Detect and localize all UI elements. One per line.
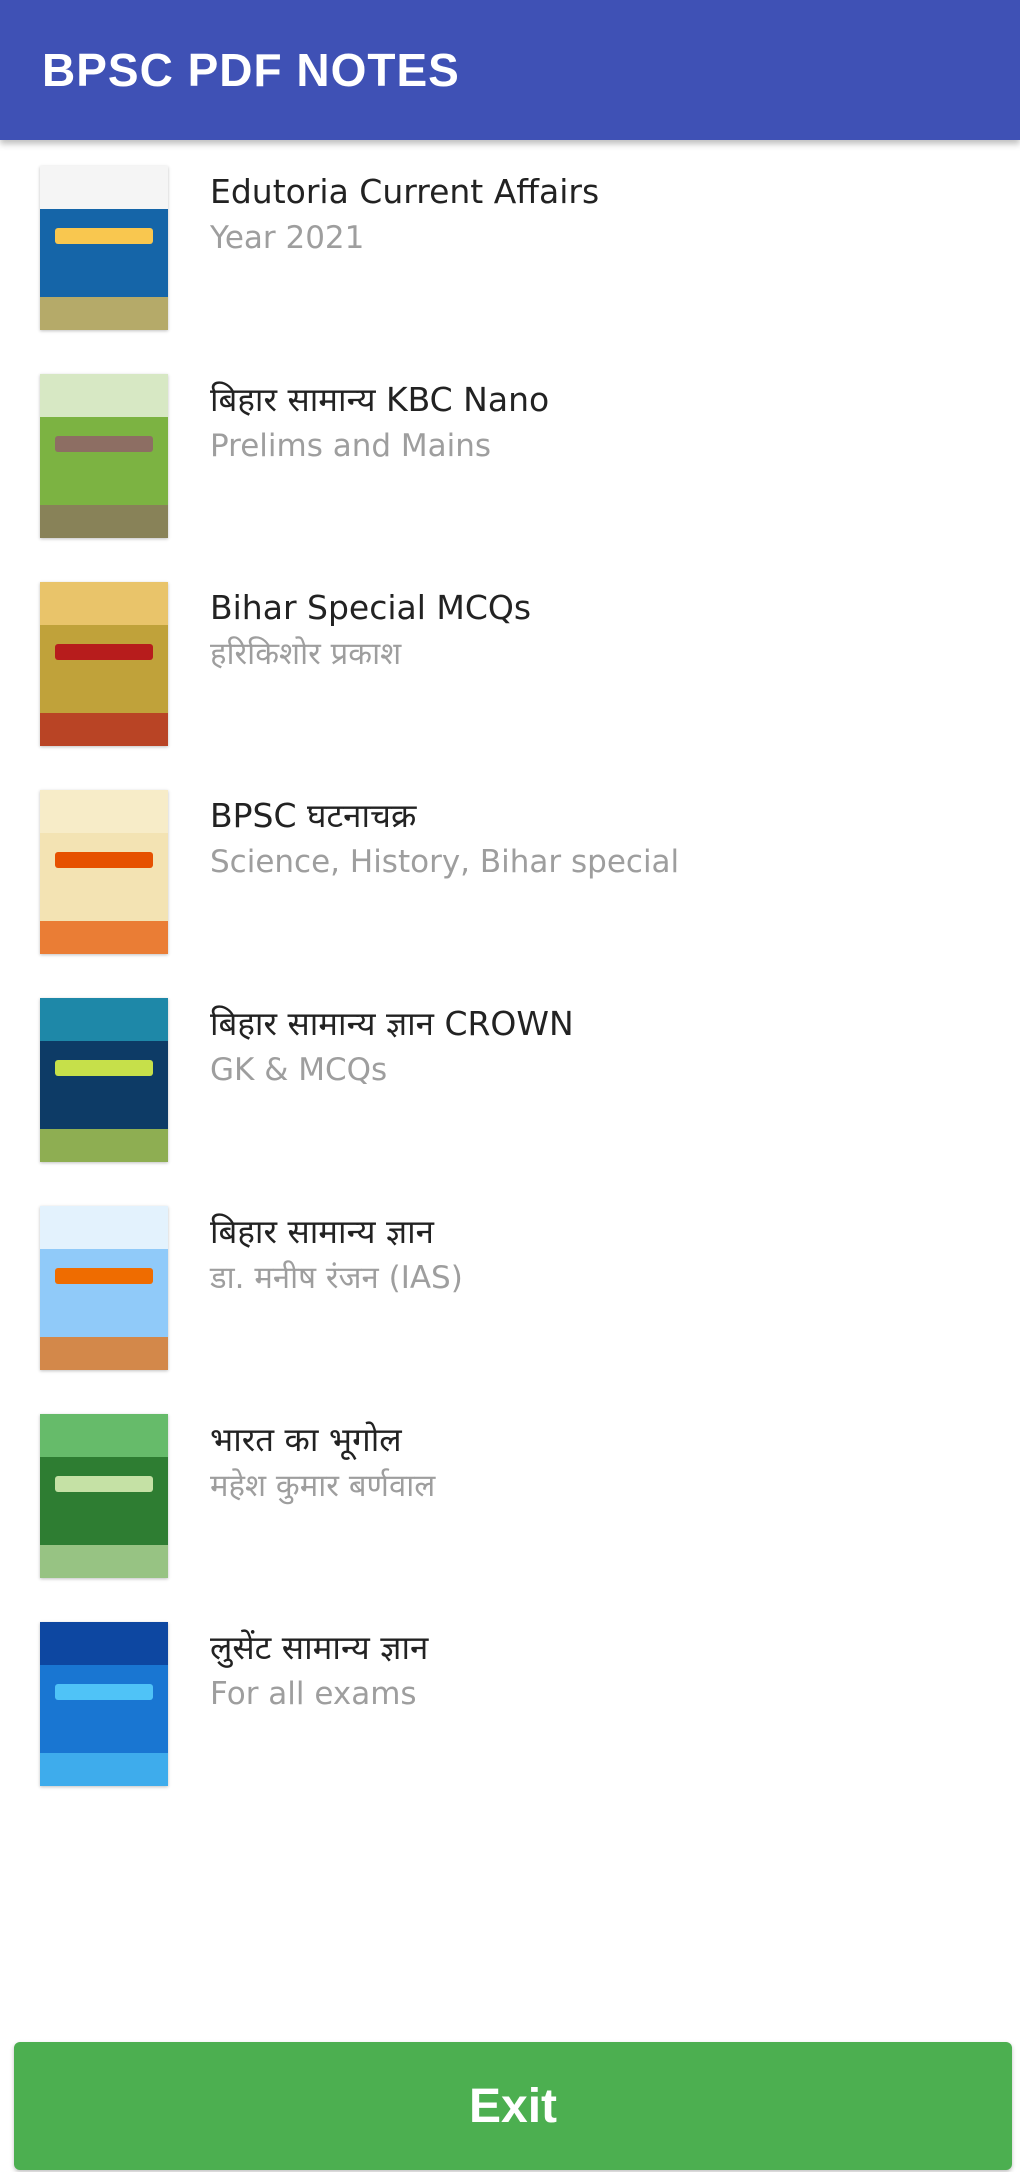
cover-title-block xyxy=(55,1476,153,1493)
book-title: बिहार सामान्य ज्ञान xyxy=(210,1212,434,1251)
book-subtitle: Year 2021 xyxy=(210,220,365,256)
cover-top-band xyxy=(40,1206,168,1249)
book-subtitle: महेश कुमार बर्णवाल xyxy=(210,1468,436,1504)
book-title: BPSC घटनाचक्र xyxy=(210,796,417,835)
cover-bottom-band xyxy=(40,1545,168,1578)
book-subtitle: For all exams xyxy=(210,1676,417,1712)
book-title: बिहार सामान्य ज्ञान CROWN xyxy=(210,1004,574,1043)
cover-bottom-band xyxy=(40,297,168,330)
book-title: लुसेंट सामान्य ज्ञान xyxy=(210,1628,429,1667)
book-text: Edutoria Current Affairs Year 2021 xyxy=(210,170,990,262)
app-title: BPSC PDF NOTES xyxy=(42,44,460,96)
book-item[interactable]: बिहार सामान्य KBC Nano Prelims and Mains xyxy=(0,348,1020,556)
cover-bottom-band xyxy=(40,713,168,746)
book-text: बिहार सामान्य ज्ञान डा. मनीष रंजन (IAS) xyxy=(210,1210,990,1302)
cover-title-block xyxy=(55,228,153,245)
book-cover-image xyxy=(40,998,168,1162)
cover-top-band xyxy=(40,1414,168,1457)
book-cover-image xyxy=(40,374,168,538)
cover-title-block xyxy=(55,1684,153,1701)
book-text: बिहार सामान्य KBC Nano Prelims and Mains xyxy=(210,378,990,470)
book-item[interactable]: बिहार सामान्य ज्ञान CROWN GK & MCQs xyxy=(0,972,1020,1180)
cover-title-block xyxy=(55,644,153,661)
book-item[interactable]: BPSC घटनाचक्र Science, History, Bihar sp… xyxy=(0,764,1020,972)
cover-bottom-band xyxy=(40,505,168,538)
book-item[interactable]: बिहार सामान्य ज्ञान डा. मनीष रंजन (IAS) xyxy=(0,1180,1020,1388)
cover-bottom-band xyxy=(40,1129,168,1162)
book-subtitle: Science, History, Bihar special xyxy=(210,844,680,880)
cover-top-band xyxy=(40,166,168,209)
book-title: Edutoria Current Affairs xyxy=(210,172,600,211)
cover-bottom-band xyxy=(40,1337,168,1370)
book-cover-image xyxy=(40,1414,168,1578)
book-cover-image xyxy=(40,790,168,954)
cover-title-block xyxy=(55,852,153,869)
cover-title-block xyxy=(55,1060,153,1077)
cover-top-band xyxy=(40,790,168,833)
book-text: लुसेंट सामान्य ज्ञान For all exams xyxy=(210,1626,990,1718)
cover-bottom-band xyxy=(40,1753,168,1786)
cover-title-block xyxy=(55,436,153,453)
cover-top-band xyxy=(40,1622,168,1665)
cover-top-band xyxy=(40,582,168,625)
book-title: बिहार सामान्य KBC Nano xyxy=(210,380,550,419)
book-cover-image xyxy=(40,1206,168,1370)
cover-bottom-band xyxy=(40,921,168,954)
exit-button[interactable]: Exit xyxy=(14,2042,1012,2170)
book-cover-image xyxy=(40,166,168,330)
cover-top-band xyxy=(40,998,168,1041)
book-text: Bihar Special MCQs हरिकिशोर प्रकाश xyxy=(210,586,990,678)
book-text: BPSC घटनाचक्र Science, History, Bihar sp… xyxy=(210,794,990,886)
app-screen: BPSC PDF NOTES Edutoria Current Affairs … xyxy=(0,0,1020,2172)
book-cover-image xyxy=(40,1622,168,1786)
book-subtitle: हरिकिशोर प्रकाश xyxy=(210,636,402,672)
app-bar: BPSC PDF NOTES xyxy=(0,0,1020,140)
cover-title-block xyxy=(55,1268,153,1285)
book-item[interactable]: लुसेंट सामान्य ज्ञान For all exams xyxy=(0,1596,1020,1804)
book-item[interactable]: Edutoria Current Affairs Year 2021 xyxy=(0,140,1020,348)
cover-top-band xyxy=(40,374,168,417)
book-item[interactable]: भारत का भूगोल महेश कुमार बर्णवाल xyxy=(0,1388,1020,1596)
book-cover-image xyxy=(40,582,168,746)
book-subtitle: डा. मनीष रंजन (IAS) xyxy=(210,1260,463,1296)
book-title: भारत का भूगोल xyxy=(210,1420,402,1459)
book-text: भारत का भूगोल महेश कुमार बर्णवाल xyxy=(210,1418,990,1510)
book-title: Bihar Special MCQs xyxy=(210,588,532,627)
book-item[interactable]: Bihar Special MCQs हरिकिशोर प्रकाश xyxy=(0,556,1020,764)
book-subtitle: GK & MCQs xyxy=(210,1052,388,1088)
book-list[interactable]: Edutoria Current Affairs Year 2021 बिहार… xyxy=(0,140,1020,1804)
book-text: बिहार सामान्य ज्ञान CROWN GK & MCQs xyxy=(210,1002,990,1094)
book-subtitle: Prelims and Mains xyxy=(210,428,492,464)
